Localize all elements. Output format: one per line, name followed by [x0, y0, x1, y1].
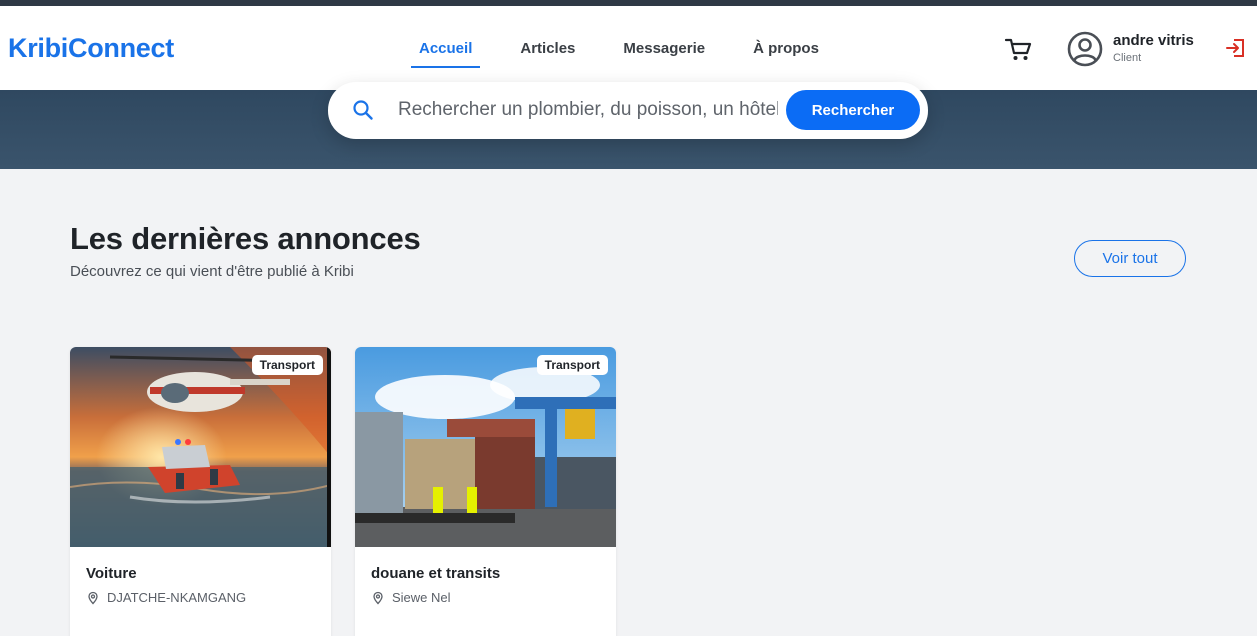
listing-title[interactable]: douane et transits — [371, 565, 500, 582]
nav-item-articles[interactable]: Articles — [512, 34, 583, 68]
listing-author-name: Siewe Nel — [392, 590, 451, 605]
brand-logo[interactable]: KribiConnect — [8, 33, 174, 64]
listing-author: Siewe Nel — [371, 590, 451, 605]
navbar: KribiConnect Accueil Articles Messagerie… — [0, 6, 1257, 90]
nav-item-accueil[interactable]: Accueil — [411, 34, 481, 68]
section-title: Les dernières annonces — [70, 221, 421, 256]
cart-icon[interactable] — [1004, 36, 1034, 62]
listing-card[interactable]: Transport douane et transits Siewe Nel — [355, 347, 616, 636]
search-bar: Rechercher — [328, 82, 928, 139]
user-circle-icon[interactable] — [1066, 30, 1104, 68]
logout-icon[interactable] — [1224, 36, 1248, 60]
search-button[interactable]: Rechercher — [786, 90, 920, 130]
listing-card[interactable]: Transport Voiture DJATCHE-NKAMGANG — [70, 347, 331, 636]
main-nav: Accueil Articles Messagerie À propos — [411, 34, 859, 68]
category-badge: Transport — [536, 355, 608, 375]
nav-item-a-propos[interactable]: À propos — [745, 34, 827, 68]
user-role: Client — [1113, 52, 1142, 64]
listing-author-name: DJATCHE-NKAMGANG — [107, 590, 247, 605]
listing-image-port-containers — [355, 347, 616, 547]
user-name[interactable]: andre vitris — [1113, 32, 1194, 49]
category-badge: Transport — [251, 355, 323, 375]
listing-image-rescue-boat — [70, 347, 331, 547]
location-pin-icon — [88, 591, 98, 604]
search-input[interactable] — [398, 95, 778, 125]
section-subtitle: Découvrez ce qui vient d'être publié à K… — [70, 263, 354, 280]
listing-title[interactable]: Voiture — [86, 565, 137, 582]
nav-item-messagerie[interactable]: Messagerie — [615, 34, 713, 68]
see-all-button[interactable]: Voir tout — [1074, 240, 1186, 277]
listing-author: DJATCHE-NKAMGANG — [86, 590, 246, 605]
search-icon — [352, 99, 374, 121]
location-pin-icon — [373, 591, 383, 604]
